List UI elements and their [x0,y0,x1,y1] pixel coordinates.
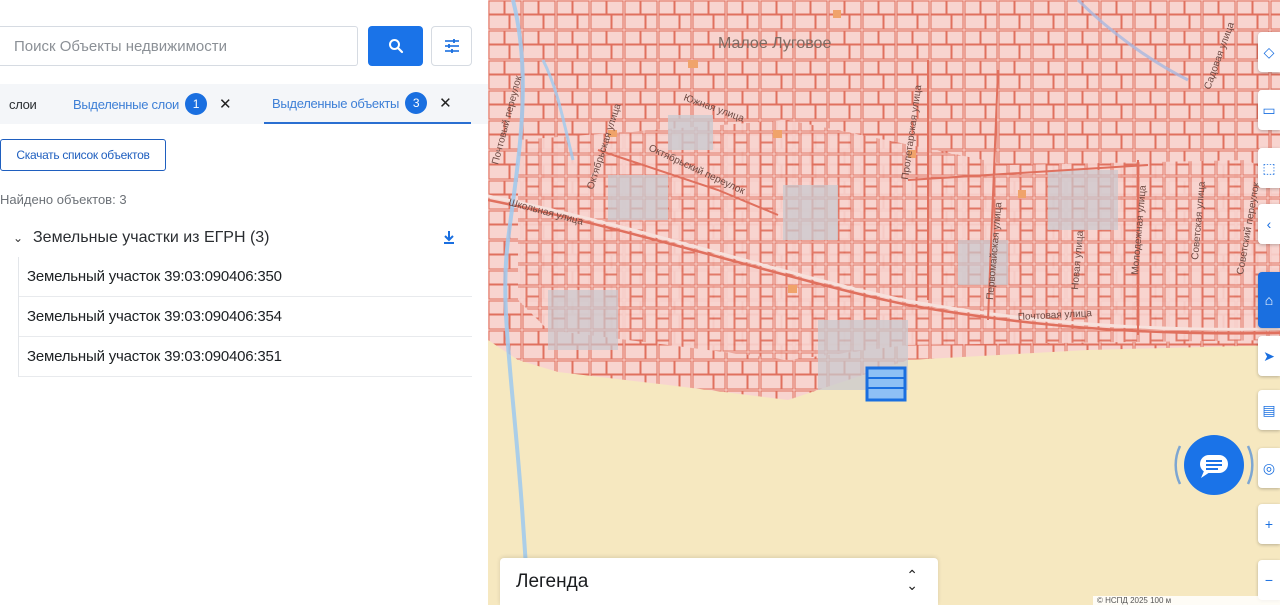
tab-layers-label: слои [9,96,37,112]
tab-selected-objects[interactable]: Выделенные объекты 3 ✕ [264,84,471,124]
group-title: Земельные участки из ЕГРН (3) [33,229,270,246]
map-attribution: © НСПД 2025 100 м [1093,596,1280,605]
place-label: Малое Луговое [718,35,832,52]
zoom-out-button[interactable]: − [1258,560,1280,600]
navigate-icon[interactable]: ➤ [1258,336,1280,376]
expand-toggle-icon[interactable]: ⌃ ⌄ [906,568,918,592]
filter-sliders-icon [444,39,459,53]
cadastral-map[interactable]: Октябрьская улица Октябрьский переулок Ю… [488,0,1280,605]
print-icon[interactable]: ▤ [1258,390,1280,430]
zoom-in-icon: + [1264,516,1274,532]
list-item-label: Земельный участок 39:03:090406:350 [27,268,282,285]
count-badge: 1 [184,93,207,115]
share-icon[interactable]: ‹ [1258,204,1280,244]
legend-panel[interactable]: Легенда ⌃ ⌄ [500,558,938,605]
selection-active-icon[interactable]: ⌂ [1258,272,1280,328]
chevron-down-icon[interactable]: ⌄ [13,231,29,245]
zoom-in-button[interactable]: + [1258,504,1280,544]
search-button[interactable] [368,26,423,66]
select-icon[interactable]: ⬚ [1258,148,1280,188]
filter-button[interactable] [431,26,472,66]
selected-parcel[interactable] [865,366,907,402]
results-group-header[interactable]: ⌄ Земельные участки из ЕГРН (3) [13,227,473,249]
chat-button[interactable] [1170,432,1258,498]
chat-icon [1174,435,1254,495]
search-icon [388,39,403,54]
tab-bar: слои Выделенные слои 1 ✕ Выделенные объе… [0,84,488,124]
ruler-icon[interactable]: ▭ [1258,90,1280,130]
tab-layers[interactable]: слои [9,84,37,124]
download-list-button[interactable]: Скачать список объектов [0,139,166,171]
count-badge: 3 [405,92,428,114]
close-icon[interactable]: ✕ [439,94,452,112]
tab-selected-objects-label: Выделенные объекты [272,95,400,111]
layers-icon[interactable]: ◇ [1258,32,1280,72]
list-item[interactable]: Земельный участок 39:03:090406:351 [19,337,472,377]
list-item[interactable]: Земельный участок 39:03:090406:350 [19,257,472,297]
zoom-out-icon: − [1264,572,1274,588]
found-count: Найдено объектов: 3 [0,192,127,207]
download-list-label: Скачать список объектов [16,148,150,162]
list-item-label: Земельный участок 39:03:090406:351 [27,348,282,365]
search-input[interactable]: Поиск Объекты недвижимости [0,26,358,66]
measure-icon[interactable]: ◎ [1258,448,1280,488]
map-view[interactable]: Октябрьская улица Октябрьский переулок Ю… [488,0,1280,605]
tab-selected-layers-label: Выделенные слои [73,96,179,112]
object-list: Земельный участок 39:03:090406:350 Земел… [18,257,472,377]
list-item-label: Земельный участок 39:03:090406:354 [27,308,282,325]
left-panel: Поиск Объекты недвижимости слои Выделенн… [0,0,488,605]
close-icon[interactable]: ✕ [219,95,232,113]
search-placeholder: Поиск Объекты недвижимости [14,37,227,55]
download-icon[interactable] [439,227,459,249]
list-item[interactable]: Земельный участок 39:03:090406:354 [19,297,472,337]
tab-selected-layers[interactable]: Выделенные слои 1 ✕ [73,84,232,124]
legend-title: Легенда [516,570,589,592]
